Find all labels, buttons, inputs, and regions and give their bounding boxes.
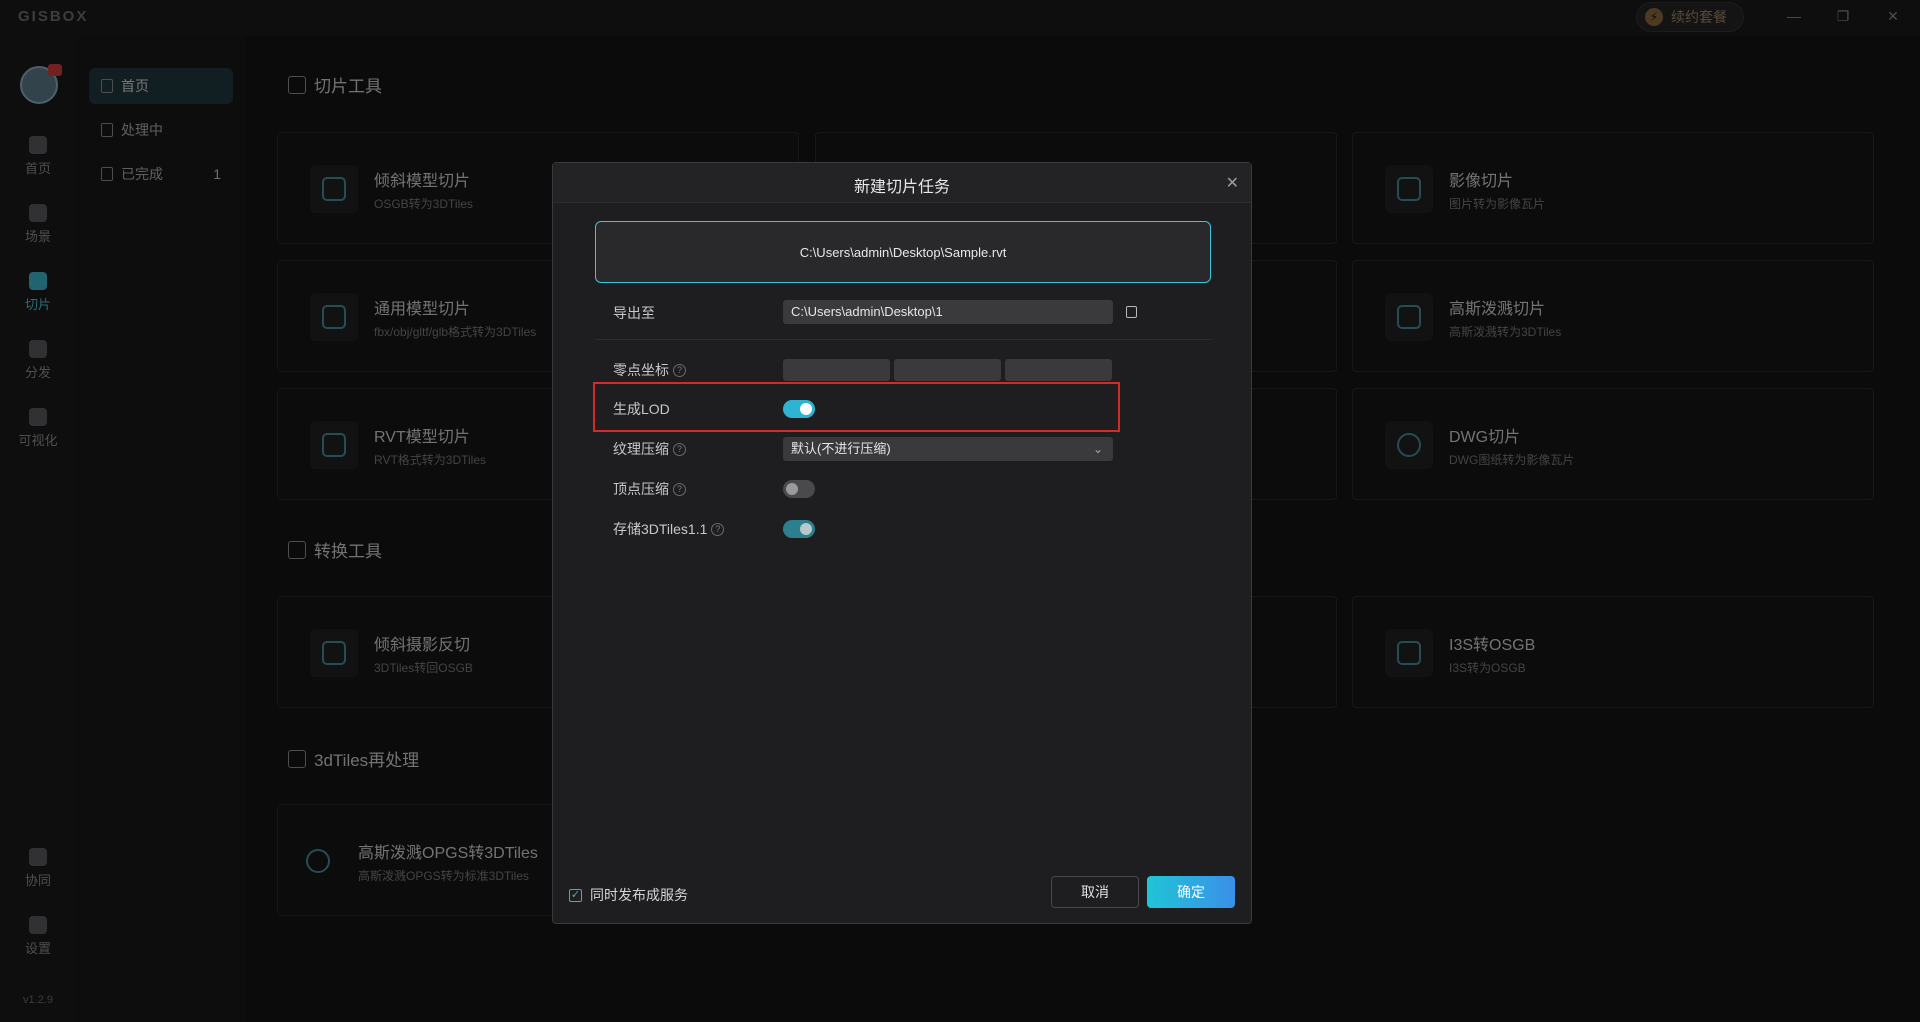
texture-select-value: 默认(不进行压缩): [791, 441, 891, 456]
browse-folder-button[interactable]: [1121, 301, 1141, 323]
lod-label-text: 生成LOD: [613, 401, 670, 417]
export-label-text: 导出至: [613, 305, 655, 321]
publish-service-checkbox[interactable]: ✓: [569, 888, 582, 902]
export-path-input[interactable]: C:\Users\admin\Desktop\1: [783, 300, 1113, 324]
origin-label: 零点坐标?: [613, 360, 686, 380]
help-icon[interactable]: ?: [673, 442, 686, 456]
publish-service-label: 同时发布成服务: [590, 887, 688, 903]
toggle-knob: [800, 403, 812, 415]
origin-x-input[interactable]: [783, 359, 890, 381]
lod-highlight-box: [593, 382, 1120, 432]
texture-label: 纹理压缩?: [613, 439, 686, 459]
toggle-knob: [786, 483, 798, 495]
help-icon[interactable]: ?: [673, 363, 686, 377]
vertex-compress-toggle[interactable]: [783, 480, 815, 498]
new-slice-task-dialog: 新建切片任务 ✕ C:\Users\admin\Desktop\Sample.r…: [552, 162, 1252, 924]
store-label-text: 存储3DTiles1.1: [613, 521, 708, 537]
export-label: 导出至: [613, 303, 655, 323]
origin-label-text: 零点坐标: [613, 362, 669, 378]
chevron-down-icon: ⌄: [1092, 442, 1103, 456]
origin-z-input[interactable]: [1005, 359, 1112, 381]
origin-y-input[interactable]: [894, 359, 1001, 381]
source-file-box[interactable]: C:\Users\admin\Desktop\Sample.rvt: [595, 221, 1211, 283]
dialog-header: 新建切片任务 ✕: [553, 163, 1251, 203]
close-icon[interactable]: ✕: [1226, 173, 1239, 193]
cancel-button[interactable]: 取消: [1051, 876, 1139, 908]
folder-icon: [1125, 306, 1137, 318]
texture-compress-select[interactable]: 默认(不进行压缩) ⌄: [783, 437, 1113, 461]
help-icon[interactable]: ?: [673, 482, 686, 496]
help-icon[interactable]: ?: [711, 522, 725, 536]
confirm-button[interactable]: 确定: [1147, 876, 1235, 908]
vertex-label-text: 顶点压缩: [613, 481, 669, 497]
publish-service-checkbox-row[interactable]: ✓ 同时发布成服务: [569, 885, 688, 905]
texture-label-text: 纹理压缩: [613, 441, 669, 457]
toggle-knob: [800, 523, 812, 535]
store-label: 存储3DTiles1.1?: [613, 519, 725, 539]
vertex-label: 顶点压缩?: [613, 479, 686, 499]
lod-toggle[interactable]: [783, 400, 815, 418]
lod-label: 生成LOD: [613, 399, 670, 419]
store-3dtiles-toggle[interactable]: [783, 520, 815, 538]
dialog-title: 新建切片任务: [853, 179, 950, 196]
divider: [595, 339, 1211, 340]
